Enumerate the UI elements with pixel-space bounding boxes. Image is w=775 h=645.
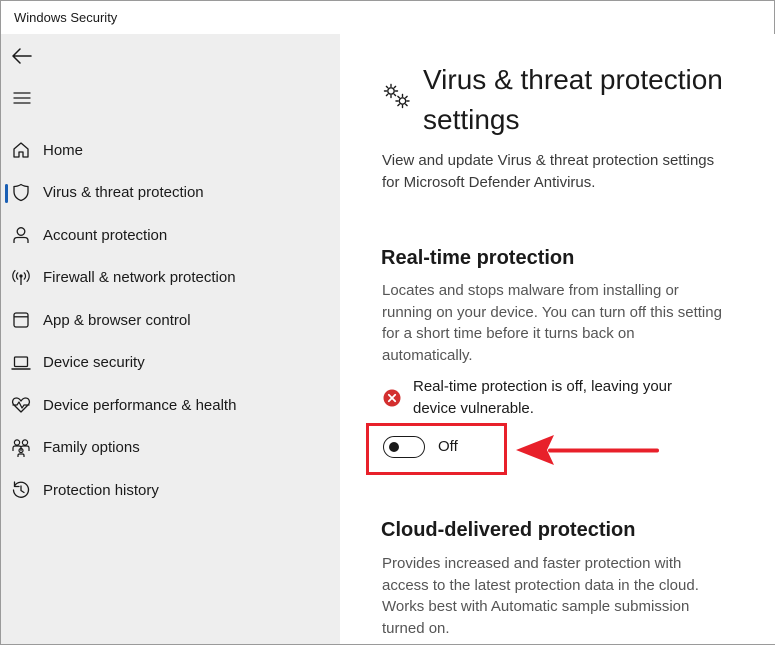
laptop-icon (11, 353, 31, 373)
shield-icon (11, 183, 31, 203)
sidebar-item-label: Firewall & network protection (43, 269, 236, 287)
sidebar-item-virus-threat-protection[interactable]: Virus & threat protection (1, 172, 340, 215)
sidebar-item-label: Family options (43, 439, 140, 457)
sidebar-item-label: Device security (43, 354, 145, 372)
windows-security-window: Windows Security Home Virus & threat pro… (0, 0, 775, 645)
history-icon (11, 480, 31, 500)
window-title: Windows Security (14, 10, 118, 25)
heart-pulse-icon (11, 395, 31, 415)
cloud-protection-description: Provides increased and faster protection… (382, 555, 699, 637)
page-title: Virus & threat protection settings (423, 64, 723, 135)
sidebar-item-label: App & browser control (43, 311, 191, 329)
main-content: Virus & threat protection settings View … (340, 34, 775, 644)
family-icon (11, 438, 31, 458)
menu-button[interactable] (7, 84, 37, 112)
back-button[interactable] (7, 42, 37, 70)
sidebar-item-account-protection[interactable]: Account protection (1, 214, 340, 257)
realtime-protection-description: Locates and stops malware from installin… (382, 282, 722, 364)
sidebar-item-family-options[interactable]: Family options (1, 427, 340, 470)
sidebar-item-device-performance-health[interactable]: Device performance & health (1, 384, 340, 427)
sidebar-item-label: Protection history (43, 481, 159, 499)
cloud-protection-heading: Cloud-delivered protection (381, 519, 636, 541)
toggle-knob (389, 442, 399, 452)
sidebar-item-app-browser-control[interactable]: App & browser control (1, 299, 340, 342)
realtime-protection-heading: Real-time protection (381, 247, 575, 269)
sidebar-item-label: Virus & threat protection (43, 184, 204, 202)
hamburger-menu-icon (13, 92, 31, 104)
title-bar: Windows Security (1, 1, 774, 34)
sidebar-item-device-security[interactable]: Device security (1, 342, 340, 385)
sidebar-item-firewall-network-protection[interactable]: Firewall & network protection (1, 257, 340, 300)
toggle-state-label: Off (438, 438, 458, 455)
app-window-icon (11, 310, 31, 330)
sidebar: Home Virus & threat protection Account p… (1, 34, 340, 644)
gears-icon (383, 83, 410, 109)
sidebar-item-label: Account protection (43, 226, 168, 244)
back-arrow-icon (12, 48, 32, 64)
antenna-icon (11, 268, 31, 288)
realtime-protection-toggle[interactable] (383, 436, 425, 458)
error-x-icon (383, 389, 401, 407)
home-icon (11, 140, 31, 160)
sidebar-item-protection-history[interactable]: Protection history (1, 469, 340, 512)
sidebar-item-home[interactable]: Home (1, 129, 340, 172)
sidebar-item-label: Home (43, 141, 84, 159)
annotation-arrow (516, 435, 659, 465)
active-indicator (5, 183, 8, 203)
page-description: View and update Virus & threat protectio… (382, 152, 715, 191)
person-icon (11, 225, 31, 245)
sidebar-nav: Home Virus & threat protection Account p… (1, 129, 340, 512)
realtime-protection-warning: Real-time protection is off, leaving you… (413, 378, 673, 417)
sidebar-item-label: Device performance & health (43, 396, 237, 414)
